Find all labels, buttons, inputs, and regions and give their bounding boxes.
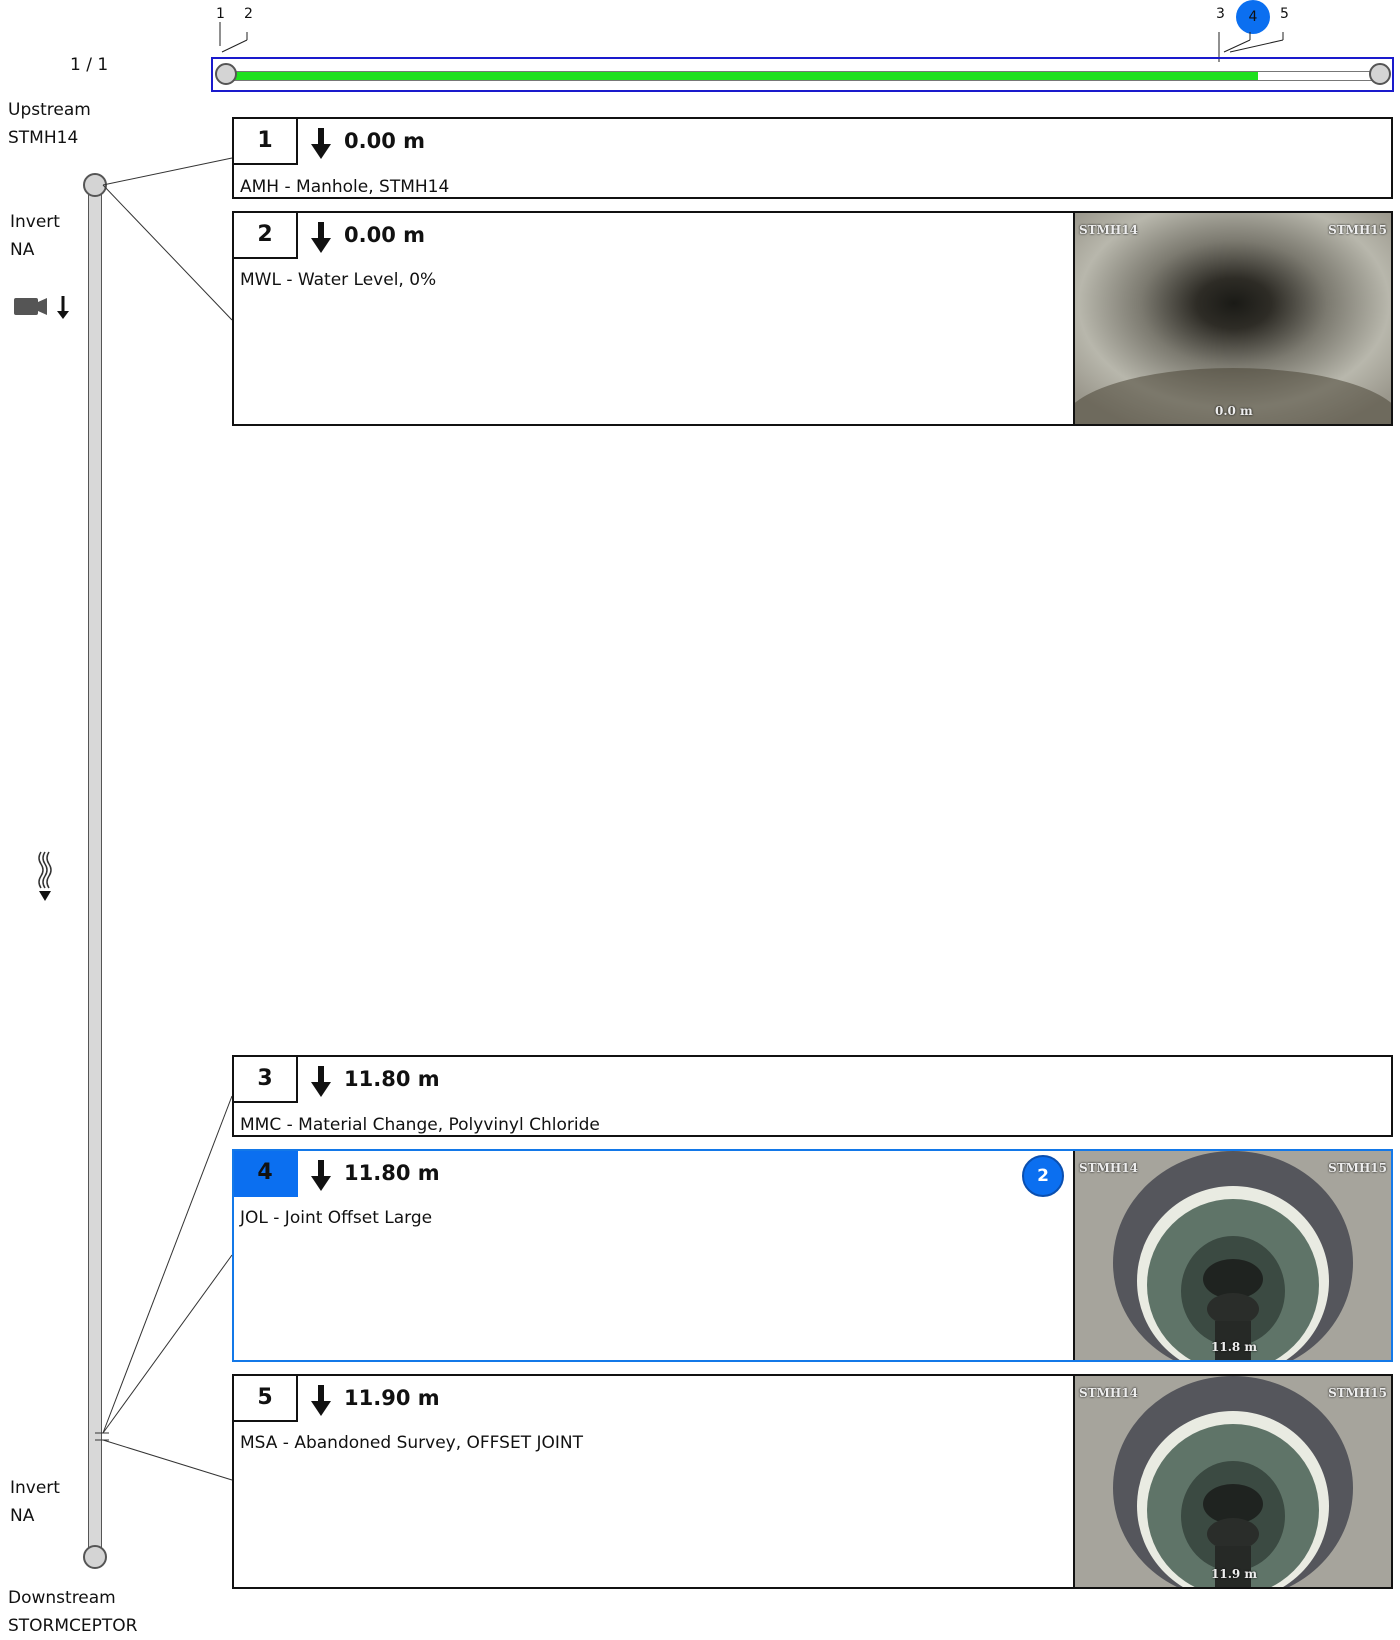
photo-left-label: STMH14 — [1079, 1386, 1138, 1400]
observation-distance: 11.80 m — [344, 1161, 440, 1185]
photo-right-label: STMH15 — [1328, 223, 1387, 237]
observation-description: MWL - Water Level, 0% — [240, 270, 437, 290]
observation-card-4-selected[interactable]: 4 11.80 m JOL - Joint Offset Large 2 STM… — [232, 1149, 1393, 1362]
observation-number: 4 — [234, 1151, 298, 1197]
invert-top-value: NA — [10, 240, 35, 260]
photo-count-badge[interactable]: 2 — [1022, 1155, 1064, 1197]
observation-number: 5 — [234, 1376, 298, 1422]
photo-right-label: STMH15 — [1328, 1386, 1387, 1400]
photo-distance-label: 11.9 m — [1211, 1567, 1258, 1581]
photo-distance-label: 11.8 m — [1211, 1340, 1258, 1354]
photo-right-label: STMH15 — [1328, 1161, 1387, 1175]
photo-distance-label: 0.0 m — [1215, 404, 1253, 418]
observation-card-2[interactable]: 2 0.00 m MWL - Water Level, 0% STMH14 ST… — [232, 211, 1393, 426]
invert-top-label: Invert — [10, 212, 60, 232]
observation-distance: 0.00 m — [344, 129, 426, 153]
observation-card-1[interactable]: 1 0.00 m AMH - Manhole, STMH14 — [232, 117, 1393, 199]
observation-distance: 0.00 m — [344, 223, 426, 247]
upstream-name: STMH14 — [8, 128, 79, 148]
downstream-arrow-icon — [311, 1066, 331, 1097]
upstream-info: Upstream STMH14 — [8, 96, 91, 152]
pipe-photo-image — [1075, 1151, 1391, 1360]
invert-top: Invert NA — [10, 208, 60, 264]
observation-distance: 11.80 m — [344, 1067, 440, 1091]
observation-description: MSA - Abandoned Survey, OFFSET JOINT — [240, 1433, 583, 1453]
pipe-photo-image — [1075, 1376, 1391, 1587]
downstream-info: Downstream STORMCEPTOR — [8, 1584, 137, 1640]
downstream-arrow-icon — [311, 128, 331, 159]
downstream-arrow-icon — [311, 222, 331, 253]
pipe-leader-lines — [95, 157, 233, 1481]
progress-fill — [226, 72, 1259, 80]
observation-card-3[interactable]: 3 11.80 m MMC - Material Change, Polyvin… — [232, 1055, 1393, 1137]
downstream-node — [83, 1545, 107, 1569]
page-indicator: 1 / 1 — [70, 55, 109, 75]
flow-direction-icon — [38, 851, 52, 901]
invert-bottom: Invert NA — [10, 1474, 60, 1530]
downstream-name: STORMCEPTOR — [8, 1616, 138, 1636]
downstream-arrow-icon — [311, 1160, 331, 1191]
pipe-photo-image — [1075, 213, 1391, 424]
photo-left-label: STMH14 — [1079, 223, 1138, 237]
overview-leader-lines — [219, 22, 1284, 62]
start-node — [215, 63, 237, 85]
observation-distance: 11.90 m — [344, 1386, 440, 1410]
observation-number: 2 — [234, 213, 298, 259]
observation-number: 3 — [234, 1057, 298, 1103]
observation-description: AMH - Manhole, STMH14 — [240, 177, 450, 197]
overview-bar[interactable] — [211, 57, 1394, 92]
photo-left-label: STMH14 — [1079, 1161, 1138, 1175]
overview-track[interactable] — [225, 71, 1387, 81]
observation-description: MMC - Material Change, Polyvinyl Chlorid… — [240, 1115, 600, 1135]
inspection-photo[interactable]: STMH14 STMH15 11.9 m — [1073, 1376, 1391, 1587]
overview-marker-3[interactable]: 3 — [1216, 6, 1225, 22]
overview-marker-5[interactable]: 5 — [1280, 6, 1289, 22]
downstream-arrow-icon — [311, 1385, 331, 1416]
overview-marker-2[interactable]: 2 — [244, 6, 253, 22]
invert-bottom-label: Invert — [10, 1478, 60, 1498]
overview-marker-1[interactable]: 1 — [216, 6, 225, 22]
downstream-label: Downstream — [8, 1588, 116, 1608]
invert-bottom-value: NA — [10, 1506, 35, 1526]
camera-direction-icon — [14, 296, 69, 319]
inspection-photo[interactable]: STMH14 STMH15 11.8 m — [1073, 1151, 1391, 1360]
end-node — [1369, 63, 1391, 85]
observation-card-5[interactable]: 5 11.90 m MSA - Abandoned Survey, OFFSET… — [232, 1374, 1393, 1589]
observation-description: JOL - Joint Offset Large — [240, 1208, 433, 1228]
inspection-photo[interactable]: STMH14 STMH15 0.0 m — [1073, 213, 1391, 424]
observation-number: 1 — [234, 119, 298, 165]
upstream-label: Upstream — [8, 100, 91, 120]
